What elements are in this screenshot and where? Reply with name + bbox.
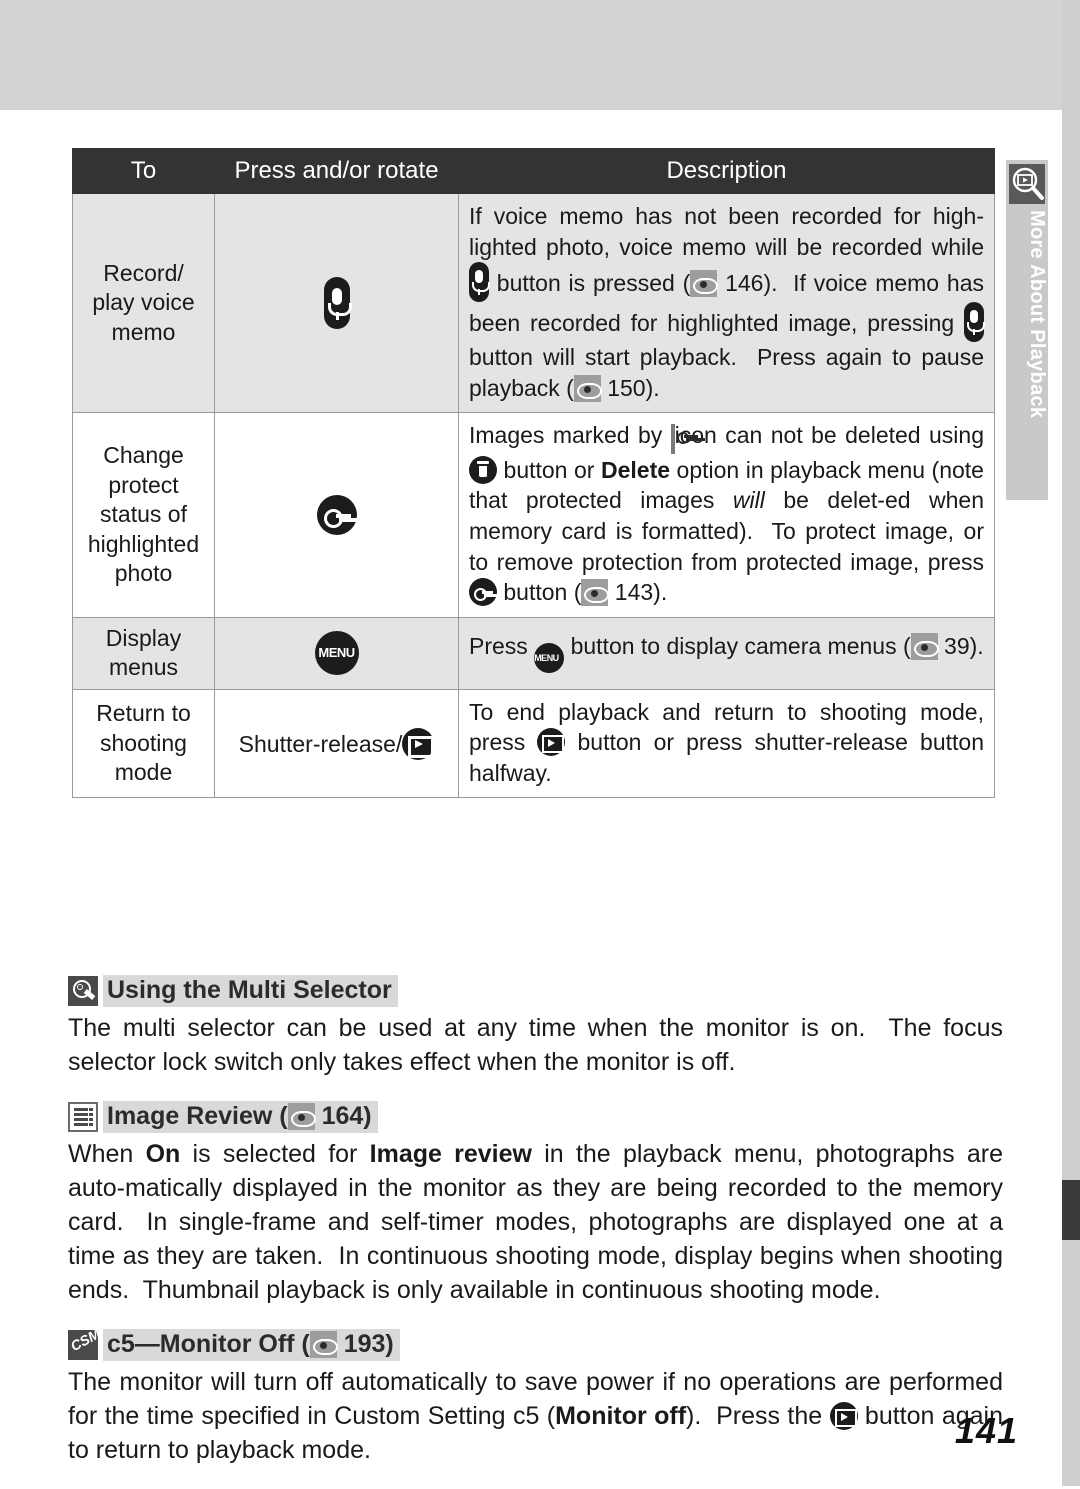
csm-icon-text: CSM — [67, 1325, 103, 1355]
playback-operations-table: To Press and/or rotate Description Recor… — [72, 148, 995, 799]
key-icon — [469, 578, 497, 607]
table-row: Change protect status of highlighted photo I… — [72, 412, 995, 618]
key-protect-button-icon — [316, 495, 357, 536]
page-right-edge-strip — [1062, 0, 1080, 1486]
tip-title: Using the Multi Selector — [103, 975, 398, 1007]
tip-body: When On is selected for Image review in … — [68, 1140, 1003, 1304]
table-row: Display menus MENU Press MENU button to d… — [72, 616, 995, 690]
page-number: 141 — [954, 1410, 1018, 1451]
page-reference-icon — [287, 1103, 316, 1130]
trash-icon — [469, 455, 497, 484]
menu-button-icon: MENU — [314, 631, 359, 676]
column-header-description: Description — [458, 148, 995, 194]
page-reference-icon — [690, 270, 719, 298]
tip-multi-selector: Using the Multi Selector The multi selec… — [68, 975, 1003, 1079]
row-control: MENU — [214, 616, 459, 690]
section-tab-label: More About Playback — [1026, 210, 1048, 419]
tip-monitor-off: CSM c5—Monitor Off ( 193) The monitor wi… — [67, 1325, 1003, 1467]
column-header-press-rotate: Press and/or rotate — [214, 148, 459, 194]
protect-marker-icon — [670, 424, 675, 455]
section-tab: More About Playback — [1006, 160, 1048, 500]
row-control — [214, 192, 459, 414]
playback-magnifier-icon — [1009, 164, 1045, 204]
page-reference-icon — [581, 579, 610, 607]
tip-header: CSM c5—Monitor Off ( 193) — [67, 1325, 1003, 1361]
row-control — [214, 412, 459, 618]
microphone-button-icon — [323, 277, 352, 330]
page-section-edge-mark — [1062, 1180, 1080, 1240]
microphone-icon — [469, 262, 490, 303]
table-row: Record/play voice memo If voice memo has … — [72, 192, 995, 414]
csm-icon: CSM — [67, 1325, 103, 1360]
playback-icon — [829, 1402, 858, 1430]
row-action-label: Return to shooting mode — [72, 688, 215, 799]
tip-image-review: Image Review ( 164) When On is selected … — [68, 1101, 1003, 1307]
microphone-icon — [964, 302, 985, 343]
row-description: Press MENU button to display camera menu… — [458, 616, 995, 690]
row-action-label: Display menus — [72, 616, 215, 690]
row-description: To end playback and return to shooting m… — [458, 688, 995, 799]
column-header-to: To — [72, 148, 215, 194]
page-reference-icon — [309, 1331, 338, 1358]
playback-icon — [537, 728, 566, 757]
page-top-band — [0, 0, 1080, 110]
page-reference-icon — [573, 374, 602, 402]
table-row: Return to shooting mode Shutter-release/ T… — [72, 688, 995, 799]
row-action-label: Record/play voice memo — [72, 192, 215, 414]
lightbulb-icon — [68, 976, 98, 1006]
tip-header: Using the Multi Selector — [68, 975, 1003, 1007]
row-control: Shutter-release/ — [214, 688, 459, 799]
menu-list-icon — [68, 1102, 98, 1132]
row-control-label: Shutter-release/ — [238, 730, 403, 757]
tip-body: The monitor will turn off automatically … — [68, 1368, 1003, 1464]
row-description: If voice memo has not been recorded for … — [458, 192, 995, 414]
tip-header: Image Review ( 164) — [68, 1101, 1003, 1133]
tip-title: Image Review ( 164) — [103, 1101, 378, 1133]
row-action-label: Change protect status of highlighted photo — [72, 412, 215, 618]
menu-icon: MENU — [534, 643, 565, 674]
tip-body: The multi selector can be used at any ti… — [68, 1014, 1003, 1076]
table-header-row: To Press and/or rotate Description — [72, 148, 995, 194]
page-reference-icon — [910, 633, 939, 661]
playback-button-icon — [402, 727, 435, 760]
row-description: Images marked by icon can not be deleted… — [458, 412, 995, 618]
tips-section: Using the Multi Selector The multi selec… — [68, 975, 1003, 1489]
tip-title: c5—Monitor Off ( 193) — [103, 1329, 400, 1361]
